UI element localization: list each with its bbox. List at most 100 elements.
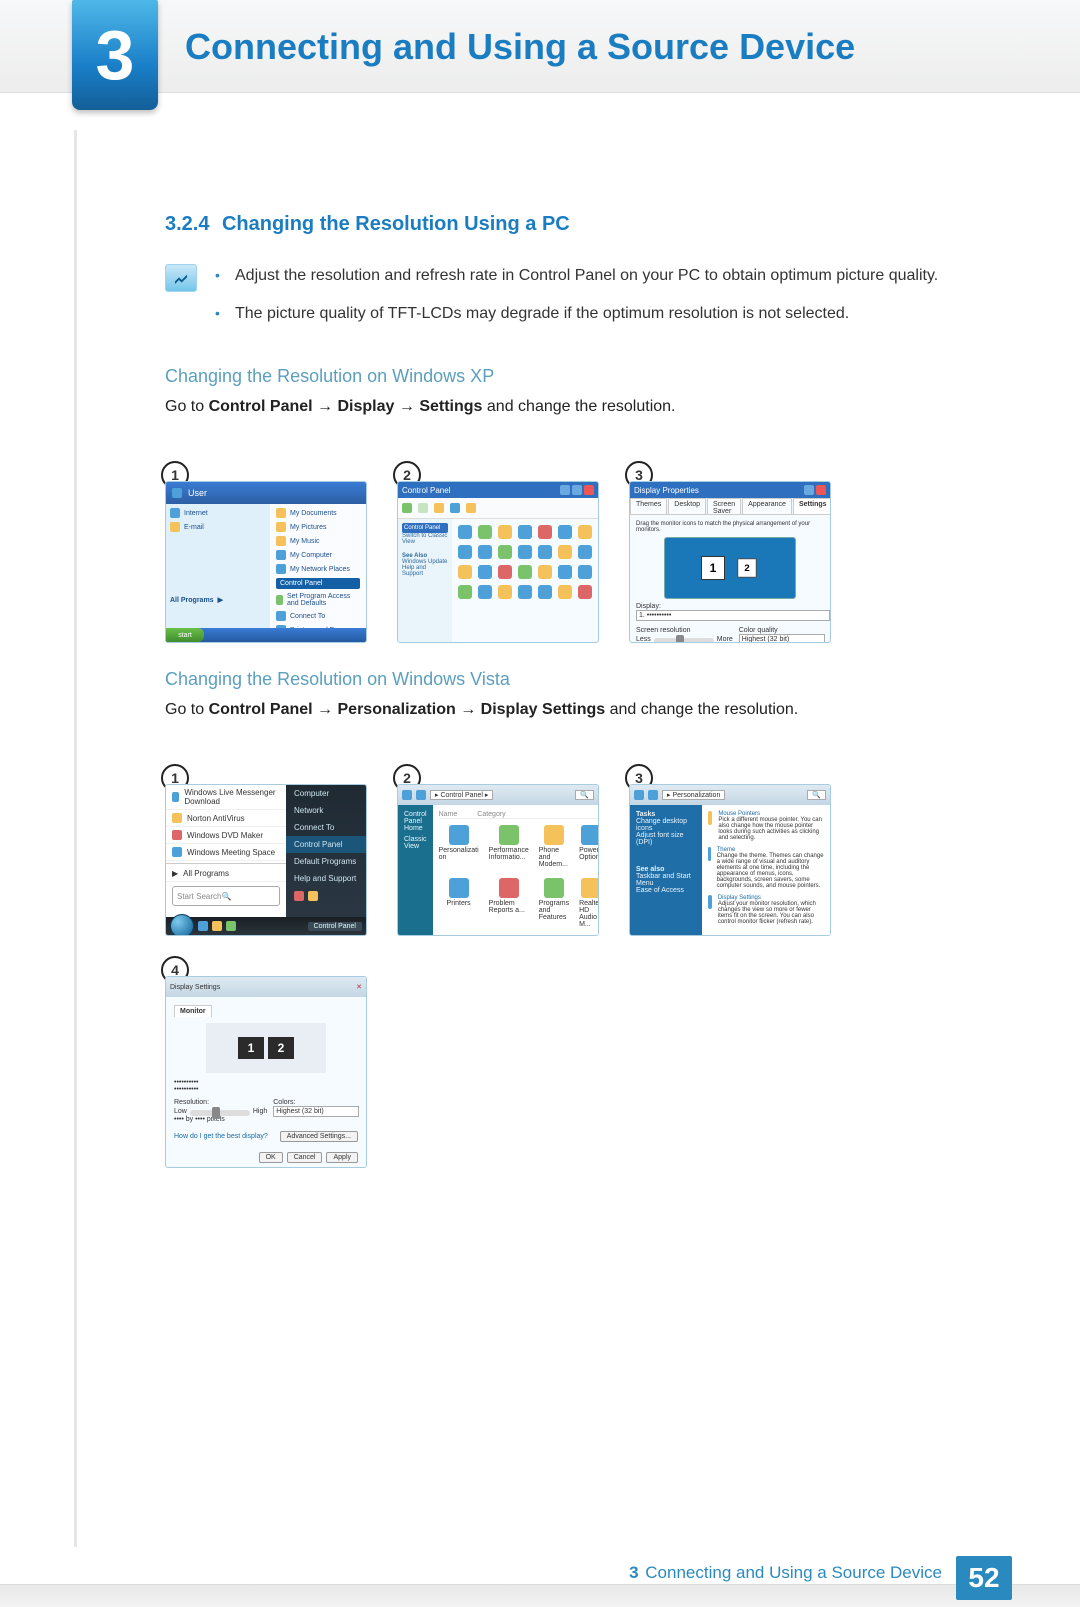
cp-icon[interactable] [518, 545, 532, 559]
cp-icon[interactable] [578, 545, 592, 559]
start-item[interactable]: My Music [276, 536, 360, 546]
colors-select[interactable]: Highest (32 bit) [273, 1106, 359, 1117]
sidebar-link[interactable]: Ease of Access [636, 887, 696, 894]
cp-item[interactable]: Realtek HD Audio M... [579, 878, 599, 928]
cp-icon[interactable] [518, 585, 532, 599]
cp-icon[interactable] [458, 565, 472, 579]
cp-icon[interactable] [498, 545, 512, 559]
cp-icon[interactable] [538, 585, 552, 599]
cp-icon[interactable] [558, 545, 572, 559]
start-item[interactable]: Norton AntiVirus [166, 810, 286, 827]
monitor-1[interactable]: 1 [238, 1037, 264, 1059]
taskbar-icon[interactable] [226, 921, 236, 931]
sidebar-link[interactable]: Control Panel Home [404, 811, 427, 832]
start-item[interactable]: Help and Support [286, 870, 366, 887]
cp-icon[interactable] [558, 525, 572, 539]
start-item[interactable]: Windows Live Messenger Download [166, 785, 286, 810]
cp-icon[interactable] [478, 585, 492, 599]
tab-appearance[interactable]: Appearance [742, 498, 792, 514]
cp-icon[interactable] [558, 565, 572, 579]
taskbar-icon[interactable] [198, 921, 208, 931]
cp-icon[interactable] [458, 545, 472, 559]
start-item[interactable]: Internet [170, 508, 266, 518]
search-input[interactable]: 🔍 [807, 790, 826, 800]
start-item[interactable]: Connect To [276, 611, 360, 621]
start-item[interactable]: Windows DVD Maker [166, 827, 286, 844]
control-panel-highlight[interactable]: Control Panel [276, 578, 360, 589]
control-panel-highlight[interactable]: Control Panel [286, 836, 366, 853]
start-item[interactable]: My Computer [276, 550, 360, 560]
start-item[interactable]: My Network Places [276, 564, 360, 574]
start-item[interactable]: My Documents [276, 508, 360, 518]
back-icon[interactable] [402, 503, 412, 513]
all-programs[interactable]: All Programs ▶ [170, 596, 266, 604]
start-item[interactable]: Connect To [286, 819, 366, 836]
back-icon[interactable] [402, 790, 412, 800]
resolution-slider[interactable] [654, 638, 714, 643]
breadcrumb[interactable]: ▸ Control Panel ▸ [430, 790, 493, 800]
all-programs[interactable]: ▶ All Programs [166, 866, 286, 882]
monitor-picker[interactable]: 1 2 [664, 537, 796, 599]
start-orb[interactable] [170, 914, 194, 936]
tab-settings[interactable]: Settings [793, 498, 831, 514]
cp-item[interactable]: Power Options [579, 825, 599, 868]
personalization-item[interactable]: Display SettingsAdjust your monitor reso… [708, 895, 824, 925]
cp-icon[interactable] [498, 585, 512, 599]
cp-icon[interactable] [578, 585, 592, 599]
personalization-item[interactable]: Mouse PointersPick a different mouse poi… [708, 811, 824, 841]
back-icon[interactable] [634, 790, 644, 800]
start-item[interactable]: My Pictures [276, 522, 360, 532]
monitor-picker[interactable]: 1 2 [206, 1023, 326, 1073]
cp-icon[interactable] [518, 565, 532, 579]
cp-item[interactable]: Printers [439, 878, 479, 928]
folders-icon[interactable] [466, 503, 476, 513]
help-link[interactable]: How do I get the best display? [174, 1133, 268, 1140]
resolution-slider[interactable] [190, 1110, 250, 1116]
monitor-2[interactable]: 2 [737, 558, 756, 577]
display-select[interactable]: 1. •••••••••• [636, 610, 830, 621]
taskbar-icon[interactable] [212, 921, 222, 931]
start-item[interactable]: Set Program Access and Defaults [276, 593, 360, 607]
breadcrumb[interactable]: ▸ Personalization [662, 790, 725, 800]
apply-button[interactable]: Apply [326, 1152, 358, 1163]
start-item[interactable]: Network [286, 802, 366, 819]
cp-icon[interactable] [578, 525, 592, 539]
forward-icon[interactable] [648, 790, 658, 800]
cp-icon[interactable] [558, 585, 572, 599]
up-icon[interactable] [434, 503, 444, 513]
cp-icon[interactable] [458, 585, 472, 599]
cancel-button[interactable]: Cancel [287, 1152, 323, 1163]
start-item[interactable]: Computer [286, 785, 366, 802]
advanced-settings-button[interactable]: Advanced Settings... [280, 1131, 358, 1142]
cp-item[interactable]: Personalizati on [439, 825, 479, 868]
cp-icon[interactable] [538, 565, 552, 579]
close-icon[interactable] [584, 485, 594, 495]
personalization-item[interactable]: ThemeChange the theme. Themes can change… [708, 847, 824, 889]
close-icon[interactable] [816, 485, 826, 495]
cp-icon[interactable] [498, 565, 512, 579]
monitor-1[interactable]: 1 [701, 556, 725, 580]
ok-button[interactable]: OK [259, 1152, 283, 1163]
cp-item[interactable]: Problem Reports a... [489, 878, 529, 928]
color-quality-select[interactable]: Highest (32 bit) [739, 634, 825, 643]
tab-themes[interactable]: Themes [630, 498, 667, 514]
cp-item[interactable]: Performance Informatio... [489, 825, 529, 868]
power-icon[interactable] [294, 891, 304, 901]
cp-icon[interactable] [478, 545, 492, 559]
start-search-input[interactable]: Start Search 🔍 [172, 886, 280, 906]
sidebar-link[interactable]: Help and Support [402, 565, 448, 577]
tab-desktop[interactable]: Desktop [668, 498, 706, 514]
taskbar-button[interactable]: Control Panel [308, 922, 362, 931]
tab-monitor[interactable]: Monitor [174, 1005, 212, 1017]
help-icon[interactable] [804, 485, 814, 495]
sidebar-link[interactable]: Classic View [404, 836, 427, 850]
tab-screensaver[interactable]: Screen Saver [707, 498, 741, 514]
sidebar-link[interactable]: Change desktop icons [636, 818, 696, 832]
cp-icon[interactable] [538, 525, 552, 539]
start-button[interactable]: start [166, 628, 204, 642]
cp-icon[interactable] [498, 525, 512, 539]
lock-icon[interactable] [308, 891, 318, 901]
cp-icon[interactable] [518, 525, 532, 539]
cp-icon[interactable] [478, 565, 492, 579]
start-item[interactable]: Default Programs [286, 853, 366, 870]
